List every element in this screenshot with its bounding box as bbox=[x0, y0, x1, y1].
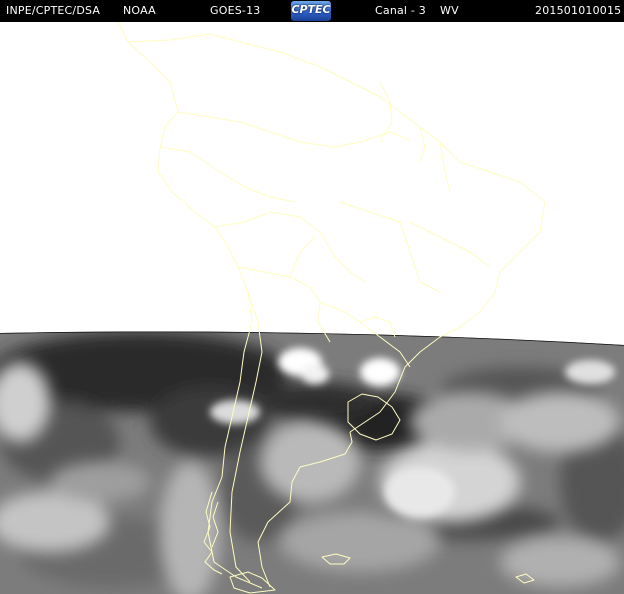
band-label: WV bbox=[440, 4, 459, 17]
cptec-logo: CPTEC bbox=[291, 1, 331, 21]
satellite-label: GOES-13 bbox=[210, 4, 261, 17]
water-vapor-field bbox=[0, 331, 624, 594]
partner-label: NOAA bbox=[123, 4, 156, 17]
header-bar: INPE/CPTEC/DSA NOAA GOES-13 CPTEC Canal … bbox=[0, 0, 624, 22]
water-vapor-image bbox=[0, 22, 624, 594]
timestamp-label: 201501010015 bbox=[535, 4, 622, 17]
logo-text: CPTEC bbox=[291, 3, 331, 16]
channel-label: Canal - 3 bbox=[375, 4, 426, 17]
agency-label: INPE/CPTEC/DSA bbox=[6, 4, 101, 17]
